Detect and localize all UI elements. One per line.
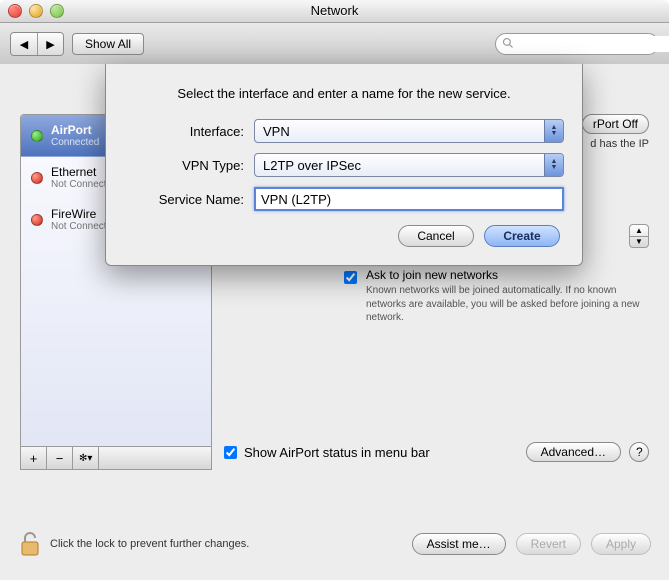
window-title: Network xyxy=(0,0,669,22)
revert-button[interactable]: Revert xyxy=(516,533,581,555)
status-text: d has the IP xyxy=(582,138,649,150)
service-name: Ethernet xyxy=(51,165,96,179)
apply-button[interactable]: Apply xyxy=(591,533,651,555)
new-service-sheet: Select the interface and enter a name fo… xyxy=(105,64,583,266)
service-name: AirPort xyxy=(51,123,92,137)
sheet-prompt: Select the interface and enter a name fo… xyxy=(124,86,564,101)
nav-back-forward: ◀ ▶ xyxy=(10,32,64,56)
vpn-type-popup[interactable]: L2TP over IPSec ▲▼ xyxy=(254,153,564,177)
advanced-button[interactable]: Advanced… xyxy=(526,442,621,462)
interface-popup[interactable]: VPN ▲▼ xyxy=(254,119,564,143)
remove-service-button[interactable]: − xyxy=(47,447,73,469)
turn-airport-off-button[interactable]: rPort Off xyxy=(582,114,649,134)
search-input[interactable] xyxy=(518,36,669,52)
show-status-label: Show AirPort status in menu bar xyxy=(244,445,430,460)
chevron-down-icon: ▼ xyxy=(630,236,648,248)
create-button[interactable]: Create xyxy=(484,225,560,247)
chevron-up-icon: ▲ xyxy=(630,225,648,236)
service-name-input[interactable] xyxy=(254,187,564,211)
cancel-button[interactable]: Cancel xyxy=(398,225,474,247)
status-dot-icon xyxy=(31,214,43,226)
lock-icon[interactable] xyxy=(18,530,42,558)
lock-text: Click the lock to prevent further change… xyxy=(50,538,249,550)
add-service-button[interactable]: + xyxy=(21,447,47,469)
show-status-checkbox[interactable] xyxy=(224,446,237,459)
vpn-type-label: VPN Type: xyxy=(124,158,254,173)
network-name-popup-stepper[interactable]: ▲ ▼ xyxy=(629,224,649,248)
search-field[interactable] xyxy=(495,33,659,55)
ask-join-label: Ask to join new networks xyxy=(366,268,498,282)
service-name: FireWire xyxy=(51,207,96,221)
ask-join-checkbox[interactable] xyxy=(344,271,357,284)
popup-arrows-icon: ▲▼ xyxy=(544,120,563,142)
forward-button[interactable]: ▶ xyxy=(37,33,63,55)
show-all-button[interactable]: Show All xyxy=(72,33,144,55)
interface-value: VPN xyxy=(263,124,290,139)
service-actions-button[interactable]: ✻▾ xyxy=(73,447,99,469)
status-dot-icon xyxy=(31,172,43,184)
status-dot-icon xyxy=(31,130,43,142)
service-status: Connected xyxy=(51,137,99,148)
search-icon xyxy=(502,37,514,52)
back-button[interactable]: ◀ xyxy=(11,33,37,55)
popup-arrows-icon: ▲▼ xyxy=(544,154,563,176)
help-button[interactable]: ? xyxy=(629,442,649,462)
vpn-type-value: L2TP over IPSec xyxy=(263,158,361,173)
interface-label: Interface: xyxy=(124,124,254,139)
ask-join-hint: Known networks will be joined automatica… xyxy=(366,284,649,325)
service-name-label: Service Name: xyxy=(124,192,254,207)
assist-button[interactable]: Assist me… xyxy=(412,533,506,555)
